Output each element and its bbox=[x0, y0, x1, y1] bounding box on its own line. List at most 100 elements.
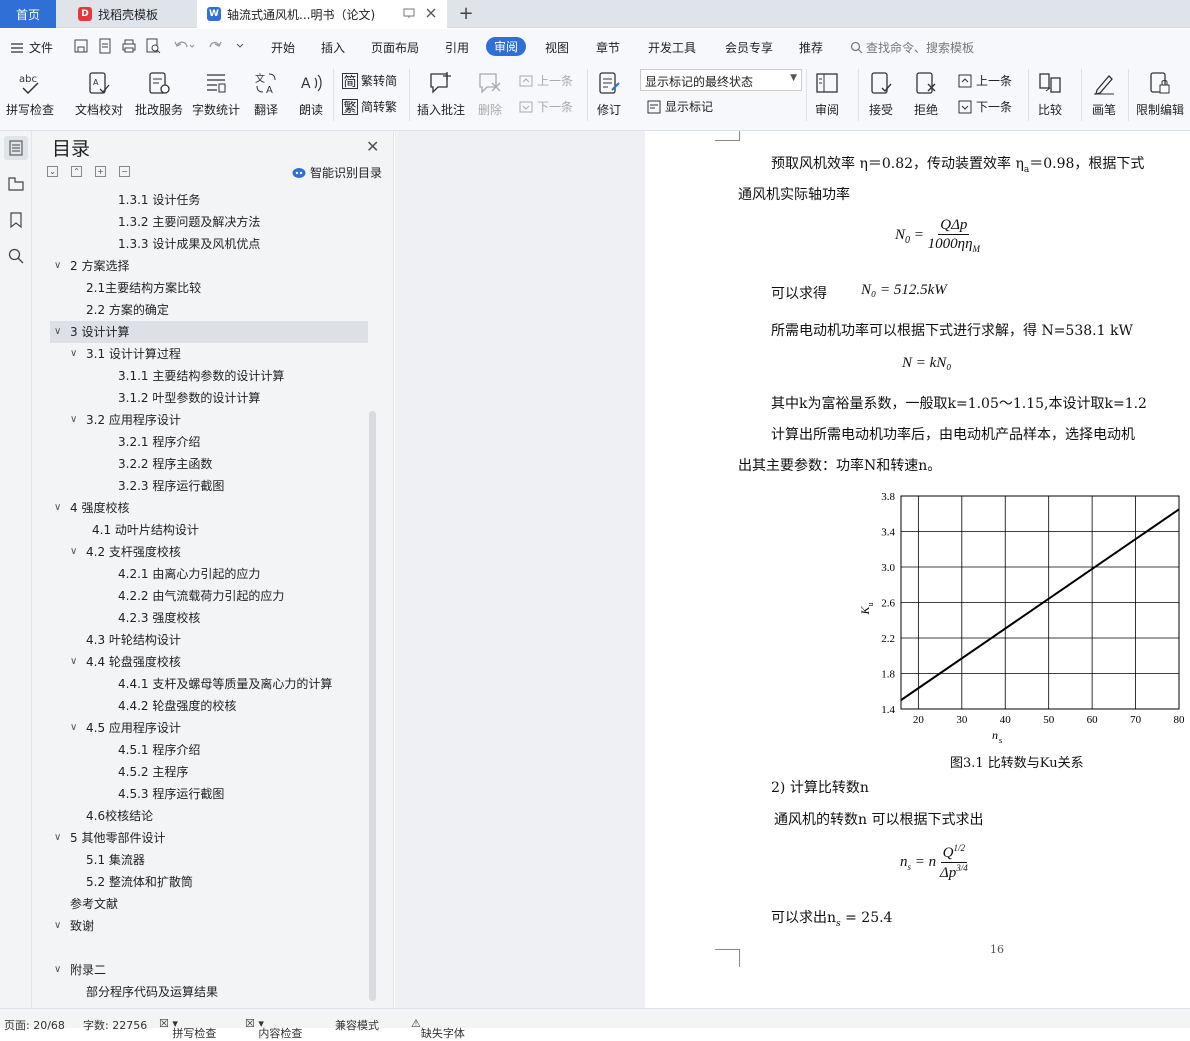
menu-review[interactable]: 审阅 bbox=[486, 37, 527, 56]
menu-start[interactable]: 开始 bbox=[271, 39, 295, 56]
chevron-down-icon[interactable]: ∨ bbox=[70, 409, 77, 431]
export-pdf-icon[interactable] bbox=[97, 38, 113, 54]
file-menu[interactable]: 文件 bbox=[10, 39, 53, 56]
menu-chapter[interactable]: 章节 bbox=[596, 39, 620, 56]
menu-member[interactable]: 会员专享 bbox=[725, 39, 773, 56]
word-count-button[interactable]: 字数统计 bbox=[192, 69, 240, 118]
previous-comment-button[interactable]: 上一条 bbox=[518, 72, 573, 89]
previous-change-button[interactable]: 上一条 bbox=[957, 72, 1012, 89]
toc-item[interactable]: 2.2 方案的确定 bbox=[50, 299, 368, 321]
close-icon[interactable]: ✕ bbox=[366, 137, 379, 156]
level-up-icon[interactable]: ⌃ bbox=[71, 166, 82, 177]
smart-toc-button[interactable]: 智能识别目录 bbox=[292, 164, 382, 181]
command-search[interactable]: 查找命令、搜索模板 bbox=[850, 39, 974, 56]
menu-reference[interactable]: 引用 bbox=[445, 39, 469, 56]
tab-template[interactable]: D 找稻壳模板 bbox=[66, 0, 196, 28]
print-preview-icon[interactable] bbox=[145, 38, 161, 54]
collapse-all-icon[interactable]: ⌄ bbox=[47, 166, 58, 177]
toc-item[interactable]: 3.1.1 主要结构参数的设计计算 bbox=[50, 365, 368, 387]
next-comment-button[interactable]: 下一条 bbox=[518, 98, 573, 115]
toc-item[interactable]: 5.1 集流器 bbox=[50, 849, 368, 871]
toc-item[interactable]: 4.2.2 由气流载荷力引起的应力 bbox=[50, 585, 368, 607]
chevron-down-icon[interactable]: ∨ bbox=[54, 497, 61, 519]
toc-item[interactable]: 3.2.2 程序主函数 bbox=[50, 453, 368, 475]
undo-icon[interactable] bbox=[173, 38, 195, 54]
toc-item[interactable]: 4.5.3 程序运行截图 bbox=[50, 783, 368, 805]
compare-button[interactable]: 比较 bbox=[1036, 69, 1064, 118]
delete-comment-button[interactable]: 删除 bbox=[476, 69, 504, 118]
toc-item[interactable]: 1.3.2 主要问题及解决方法 bbox=[50, 211, 368, 233]
chevron-down-icon[interactable]: ∨ bbox=[54, 827, 61, 849]
document-page[interactable]: 预取风机效率 η＝0.82，传动装置效率 ηa＝0.98，根据下式 通风机实际轴… bbox=[645, 131, 1190, 1008]
save-icon[interactable] bbox=[73, 38, 89, 54]
read-aloud-button[interactable]: A 朗读 bbox=[297, 69, 325, 118]
review-pane-button[interactable]: 审阅 bbox=[813, 69, 841, 118]
toc-item[interactable]: ∨ 2 方案选择 bbox=[50, 255, 368, 277]
toc-item[interactable]: 3.2.3 程序运行截图 bbox=[50, 475, 368, 497]
menu-insert[interactable]: 插入 bbox=[321, 39, 345, 56]
next-change-button[interactable]: 下一条 bbox=[957, 98, 1012, 115]
menu-recommend[interactable]: 推荐 bbox=[799, 39, 823, 56]
toc-item[interactable]: 2.1主要结构方案比较 bbox=[50, 277, 368, 299]
toc-item[interactable]: ∨ 5 其他零部件设计 bbox=[50, 827, 368, 849]
restrict-editing-button[interactable]: 限制编辑 bbox=[1136, 69, 1184, 118]
menu-page-layout[interactable]: 页面布局 bbox=[371, 39, 419, 56]
remove-heading-icon[interactable]: − bbox=[119, 166, 130, 177]
markup-state-select[interactable]: 显示标记的最终状态 ▼ bbox=[640, 69, 802, 91]
toc-item[interactable]: 3.1.2 叶型参数的设计计算 bbox=[50, 387, 368, 409]
print-icon[interactable] bbox=[121, 38, 137, 54]
toc-item[interactable]: 4.2.1 由离心力引起的应力 bbox=[50, 563, 368, 585]
toc-item[interactable]: 4.4.1 支杆及螺母等质量及离心力的计算 bbox=[50, 673, 368, 695]
chevron-down-icon[interactable]: ∨ bbox=[54, 959, 61, 981]
accept-change-button[interactable]: 接受 bbox=[867, 69, 895, 118]
toc-item[interactable]: ∨ 4.4 轮盘强度校核 bbox=[50, 651, 368, 673]
chevron-down-icon[interactable]: ∨ bbox=[70, 541, 77, 563]
show-markup-button[interactable]: 显示标记 bbox=[646, 98, 713, 115]
trad-to-simp-button[interactable]: 简 繁转简 bbox=[342, 72, 397, 90]
reject-change-button[interactable]: 拒绝 bbox=[912, 69, 940, 118]
chevron-down-icon[interactable]: ∨ bbox=[54, 915, 61, 937]
find-icon[interactable] bbox=[7, 247, 25, 265]
chevron-down-icon[interactable]: ∨ bbox=[54, 321, 61, 343]
chevron-down-icon[interactable]: ∨ bbox=[70, 343, 77, 365]
toc-item[interactable]: 4.5.2 主程序 bbox=[50, 761, 368, 783]
insert-comment-button[interactable]: 插入批注 bbox=[417, 69, 465, 118]
toc-item[interactable]: 4.1 动叶片结构设计 bbox=[50, 519, 368, 541]
toc-item[interactable]: ∨ 3 设计计算 bbox=[50, 321, 368, 343]
chevron-down-icon[interactable]: ∨ bbox=[70, 651, 77, 673]
tab-home[interactable]: 首页 bbox=[0, 0, 56, 28]
toc-item[interactable]: 3.2.1 程序介绍 bbox=[50, 431, 368, 453]
monitor-icon[interactable] bbox=[403, 7, 415, 19]
bookmark-icon[interactable] bbox=[7, 211, 25, 229]
status-content-check[interactable]: ☒ 内容检查 ▾ bbox=[245, 1017, 302, 1040]
toc-item[interactable]: 4.3 叶轮结构设计 bbox=[50, 629, 368, 651]
toc-item[interactable]: ∨ 3.1 设计计算过程 bbox=[50, 343, 368, 365]
toc-item[interactable]: ∨ 4 强度校核 bbox=[50, 497, 368, 519]
menu-view[interactable]: 视图 bbox=[545, 39, 569, 56]
toc-item[interactable]: 5.2 整流体和扩散筒 bbox=[50, 871, 368, 893]
toc-scrollbar[interactable] bbox=[369, 411, 376, 1001]
toc-item[interactable]: 1.3.3 设计成果及风机优点 bbox=[50, 233, 368, 255]
close-tab-icon[interactable] bbox=[425, 7, 437, 19]
pen-button[interactable]: 画笔 bbox=[1090, 69, 1118, 118]
add-heading-icon[interactable]: + bbox=[95, 166, 106, 177]
toc-item[interactable]: ∨ 附录二 bbox=[50, 959, 368, 981]
translate-button[interactable]: 文A 翻译 bbox=[252, 69, 280, 118]
status-missing-font[interactable]: ⚠ 缺失字体 bbox=[411, 1017, 465, 1040]
toc-item[interactable]: 部分程序代码及运算结果 bbox=[50, 981, 368, 1003]
navigation-icon[interactable] bbox=[7, 175, 25, 193]
spell-check-button[interactable]: abc 拼写检查 bbox=[6, 69, 54, 118]
toc-item[interactable]: ∨ 4.2 支杆强度校核 bbox=[50, 541, 368, 563]
new-tab-button[interactable]: + bbox=[455, 2, 477, 24]
toc-item[interactable]: 4.6校核结论 bbox=[50, 805, 368, 827]
menu-developer[interactable]: 开发工具 bbox=[648, 39, 696, 56]
simp-to-trad-button[interactable]: 繁 简转繁 bbox=[342, 98, 397, 116]
toc-item[interactable]: ∨ 4.5 应用程序设计 bbox=[50, 717, 368, 739]
toc-panel-icon[interactable] bbox=[4, 136, 28, 160]
toc-item[interactable]: 参考文献 bbox=[50, 893, 368, 915]
status-page[interactable]: 页面: 20/68 bbox=[4, 1017, 65, 1033]
toc-item[interactable]: 4.5.1 程序介绍 bbox=[50, 739, 368, 761]
status-spell-check[interactable]: ☒ 拼写检查 ▾ bbox=[159, 1017, 216, 1040]
toc-item[interactable]: ∨ 致谢 bbox=[50, 915, 368, 937]
redo-icon[interactable] bbox=[207, 38, 223, 54]
